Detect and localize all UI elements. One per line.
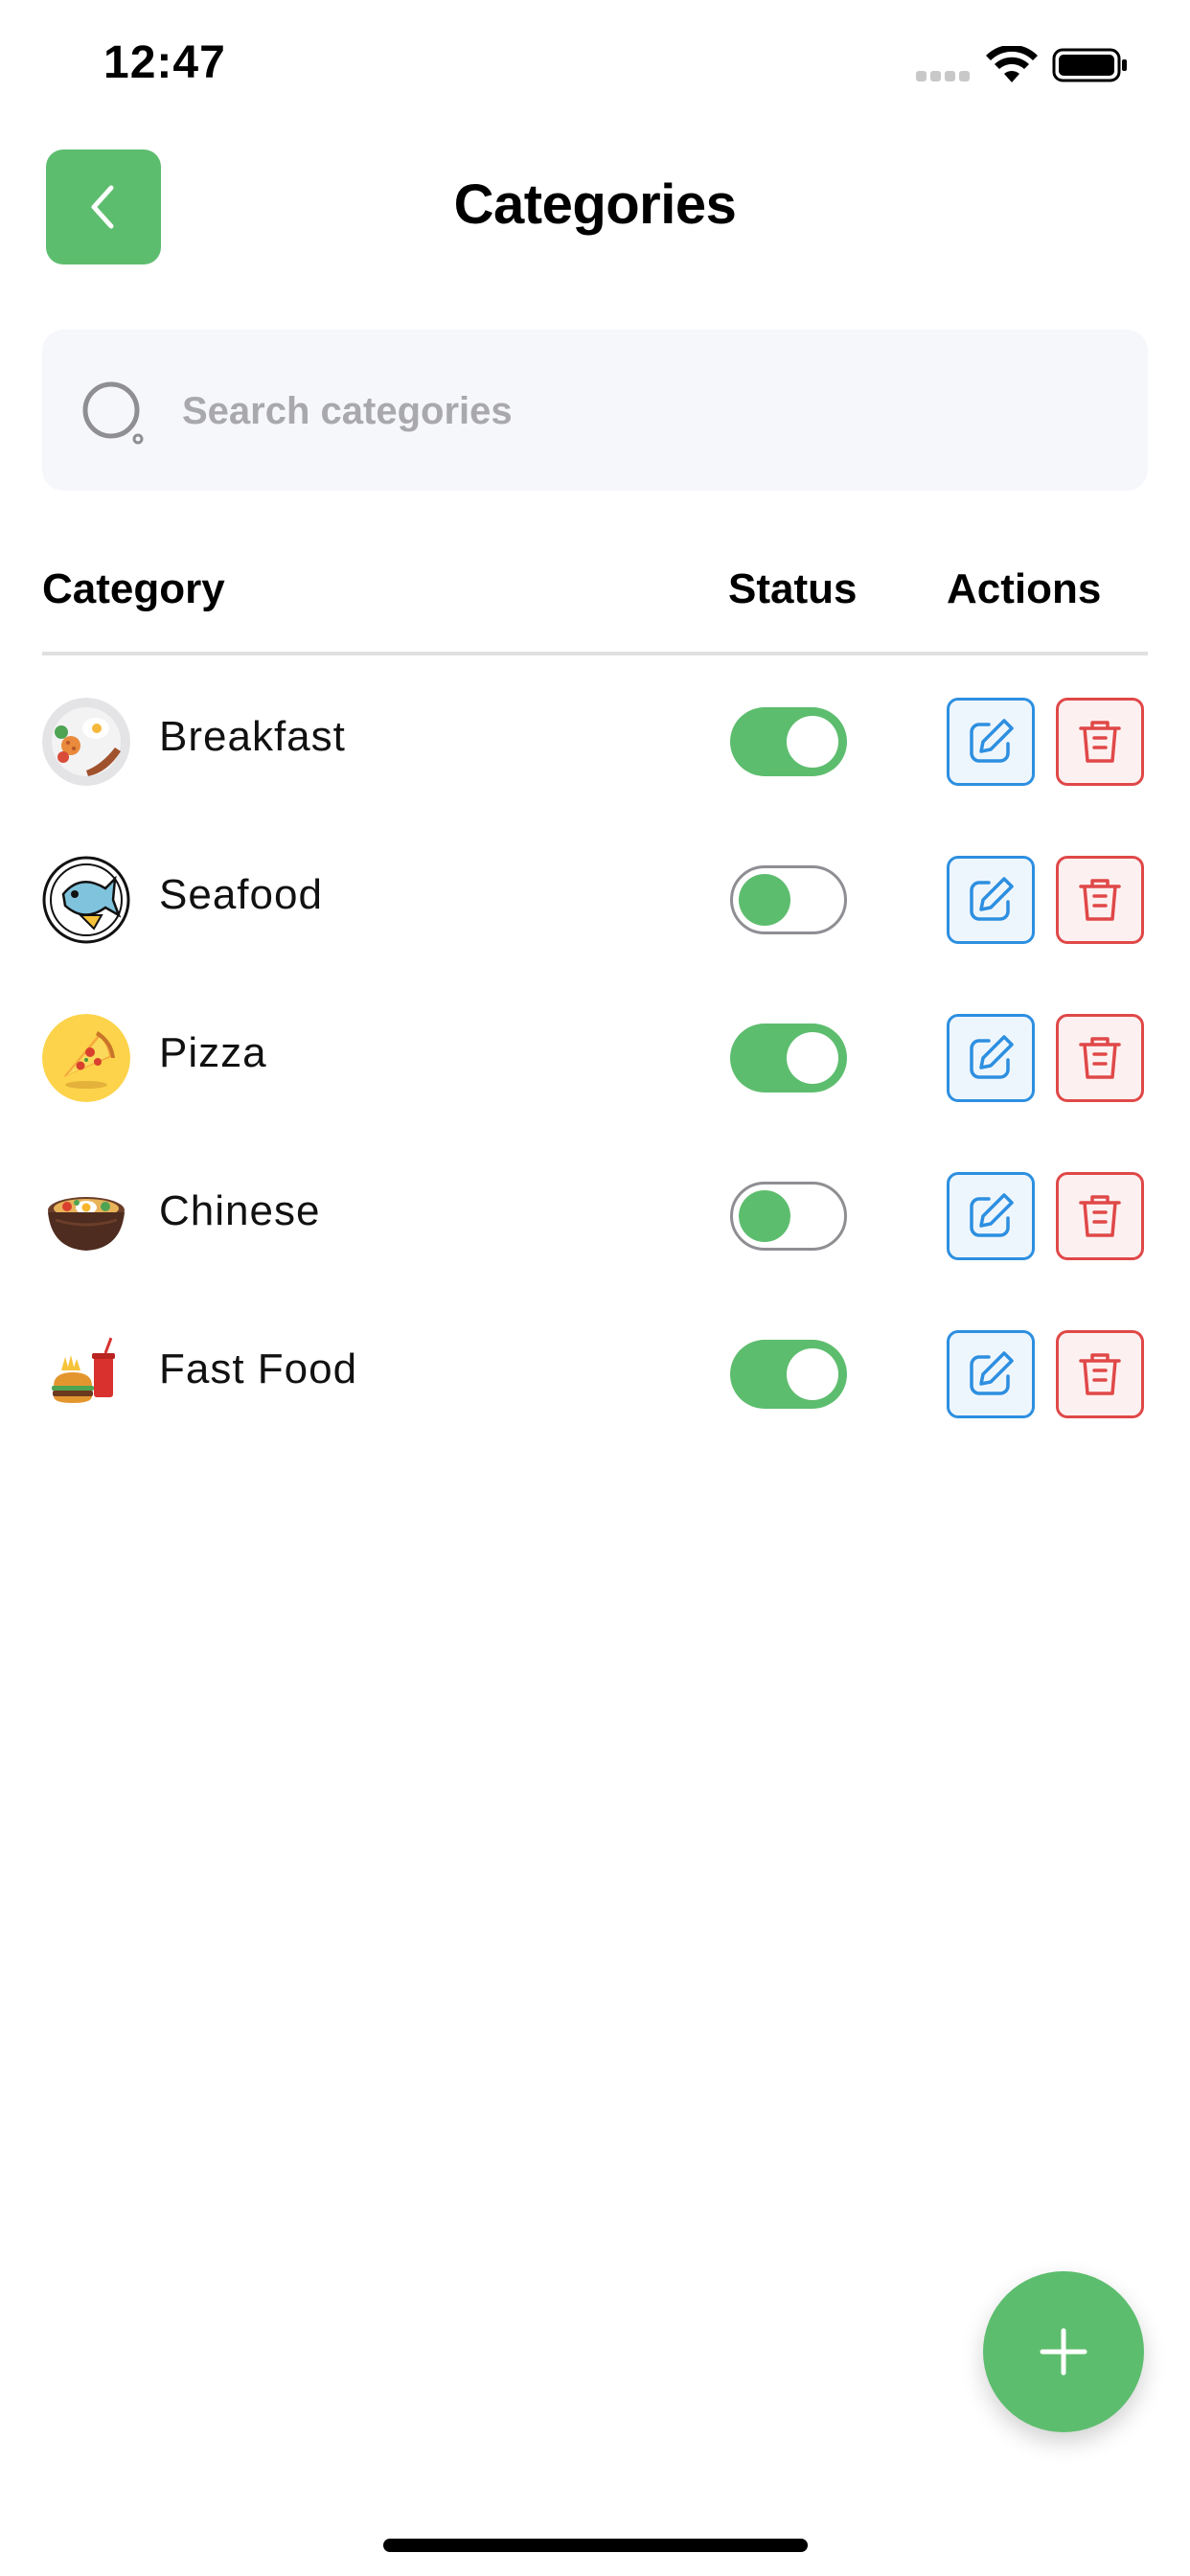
status-bar: 12:47 [0, 0, 1190, 129]
categories-screen: 12:47 Categories Category Status [0, 0, 1190, 2576]
toggle-knob [787, 716, 838, 768]
delete-button[interactable] [1056, 1172, 1144, 1260]
table-row: Fast Food [42, 1317, 1148, 1475]
edit-button[interactable] [947, 1014, 1035, 1102]
pizza-slice-icon [42, 1014, 130, 1102]
page-title: Categories [453, 173, 737, 236]
category-name: Fast Food [159, 1346, 358, 1392]
trash-icon [1079, 721, 1121, 763]
category-name: Breakfast [159, 713, 346, 760]
fish-icon [42, 856, 130, 944]
search-icon [82, 381, 144, 445]
table-row: Chinese [42, 1159, 1148, 1317]
status-toggle[interactable] [730, 1024, 847, 1092]
noodle-bowl-icon [42, 1172, 130, 1260]
breakfast-plate-icon [42, 698, 130, 786]
table-row: Seafood [42, 842, 1148, 1000]
signal-icon [916, 71, 972, 81]
category-name: Chinese [159, 1187, 321, 1234]
edit-button[interactable] [947, 1172, 1035, 1260]
add-category-button[interactable] [983, 2271, 1144, 2432]
delete-button[interactable] [1056, 1014, 1144, 1102]
status-toggle[interactable] [730, 707, 847, 776]
toggle-knob [739, 874, 790, 926]
edit-icon [970, 1193, 1014, 1237]
battery-icon [1052, 48, 1127, 82]
column-header-status: Status [728, 565, 858, 612]
toggle-knob [787, 1032, 838, 1084]
trash-icon [1079, 879, 1121, 921]
category-name: Seafood [159, 871, 323, 918]
status-time: 12:47 [103, 37, 226, 88]
table-row: Breakfast [42, 684, 1148, 842]
burger-fries-icon [42, 1330, 130, 1418]
edit-icon [970, 1035, 1014, 1079]
edit-button[interactable] [947, 698, 1035, 786]
toggle-knob [739, 1190, 790, 1242]
edit-button[interactable] [947, 1330, 1035, 1418]
table-header: Category Status Actions [42, 556, 1148, 656]
table-row: Pizza [42, 1000, 1148, 1159]
trash-icon [1079, 1353, 1121, 1395]
trash-icon [1079, 1195, 1121, 1237]
delete-button[interactable] [1056, 1330, 1144, 1418]
status-toggle[interactable] [730, 1340, 847, 1409]
edit-icon [970, 719, 1014, 763]
status-toggle[interactable] [730, 865, 847, 934]
category-list: Breakfast Seafood Pizza Chinese Fast Foo… [42, 684, 1148, 1475]
wifi-icon [986, 46, 1038, 82]
edit-icon [970, 1351, 1014, 1395]
edit-button[interactable] [947, 856, 1035, 944]
status-toggle[interactable] [730, 1182, 847, 1251]
edit-icon [970, 877, 1014, 921]
delete-button[interactable] [1056, 856, 1144, 944]
search-input[interactable] [180, 376, 1104, 447]
column-header-actions: Actions [947, 565, 1102, 612]
search-bar[interactable] [42, 330, 1148, 491]
delete-button[interactable] [1056, 698, 1144, 786]
trash-icon [1079, 1037, 1121, 1079]
category-name: Pizza [159, 1029, 267, 1076]
plus-icon [1040, 2328, 1087, 2376]
home-indicator[interactable] [383, 2539, 808, 2552]
column-header-category: Category [42, 565, 225, 612]
toggle-knob [787, 1348, 838, 1400]
